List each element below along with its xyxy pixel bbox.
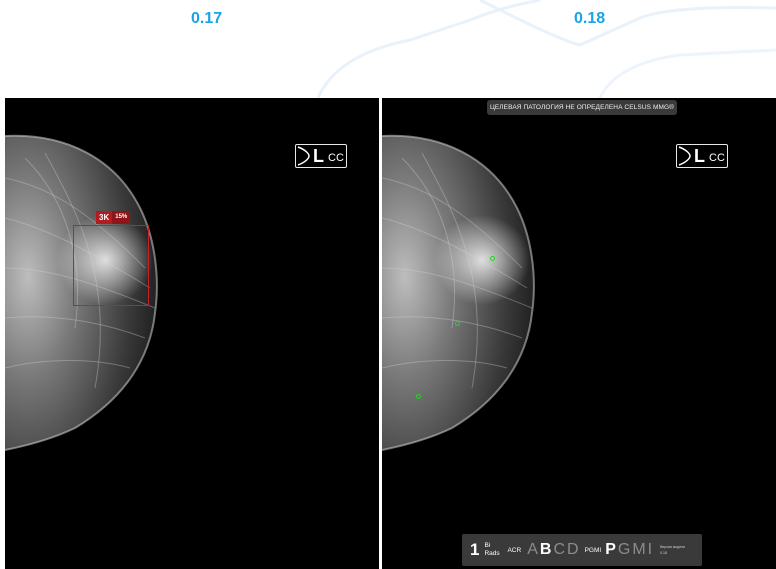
view-label-left: L CC [295,144,347,168]
background-decoration [316,0,776,98]
model-version-left: 0.17 [191,10,223,27]
pgmi-letter-p: P [605,541,616,558]
view-label-right: L CC [676,144,728,168]
finding-marker[interactable] [416,394,421,399]
acr-letter-b: B [539,541,552,558]
projection-label: CC [328,151,344,164]
acr-letter-d: D [567,541,579,558]
finding-marker[interactable] [455,321,460,326]
mammogram-image-left [5,134,158,451]
acr-letter-a: A [527,541,538,558]
detection-class-label: 3K [96,211,113,224]
detection-confidence: 15% [112,211,131,224]
model-info-line2: 0.18 [660,551,667,555]
pgmi-letter-i: I [647,541,653,558]
model-version-right: 0.18 [574,10,606,27]
assessment-score-bar: 1 Bi Rads ACR A B C D PGMI P G M I Верси… [462,534,702,566]
mammogram-viewer-right[interactable]: ЦЕЛЕВАЯ ПАТОЛОГИЯ НЕ ОПРЕДЕЛЕНА CELSUS M… [382,98,776,569]
laterality-label: L [694,145,705,166]
detection-bounding-box[interactable] [73,225,149,306]
acr-letter-c: C [553,541,565,558]
breast-outline-icon [678,146,691,166]
birads-label: Bi Rads [484,542,502,558]
birads-label-line1: Bi [484,542,491,549]
model-info-line1: Версия модели [660,545,686,549]
pgmi-letter-g: G [617,541,631,558]
pgmi-letter-m: M [632,541,646,558]
breast-outline-icon [297,146,310,166]
detection-tag: 3K 15% [96,211,131,224]
pgmi-label: PGMI [584,546,602,554]
finding-marker[interactable] [490,256,495,261]
mammogram-viewer-left[interactable]: L CC 3K 15% [5,98,379,569]
projection-label: CC [709,151,725,164]
status-banner: ЦЕЛЕВАЯ ПАТОЛОГИЯ НЕ ОПРЕДЕЛЕНА CELSUS M… [487,100,677,115]
model-info: Версия модели 0.18 [660,544,685,556]
mammogram-image-right [382,134,535,451]
laterality-label: L [313,145,324,166]
birads-value: 1 [470,540,480,559]
acr-label: ACR [507,546,522,554]
birads-label-line2: Rads [484,550,500,557]
